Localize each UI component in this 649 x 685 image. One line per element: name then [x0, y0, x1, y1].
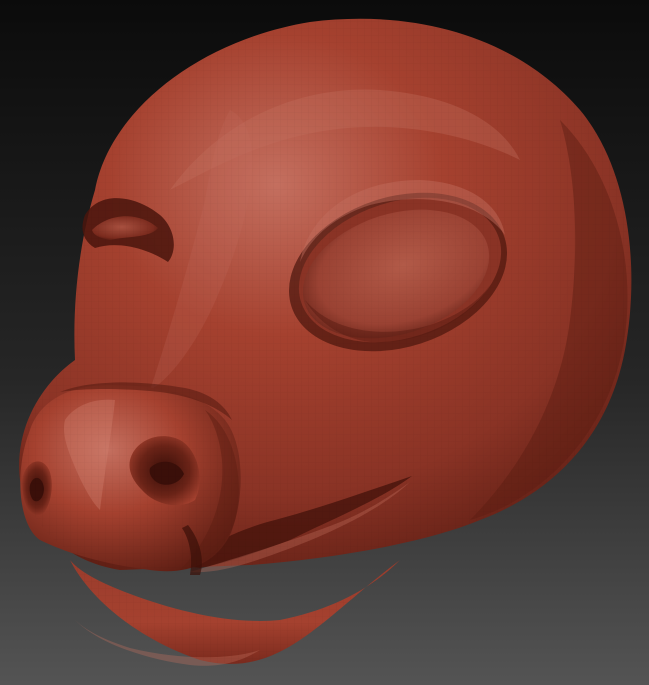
sculpt-viewport[interactable]: [0, 0, 649, 685]
sculpt-canvas[interactable]: [0, 0, 649, 685]
